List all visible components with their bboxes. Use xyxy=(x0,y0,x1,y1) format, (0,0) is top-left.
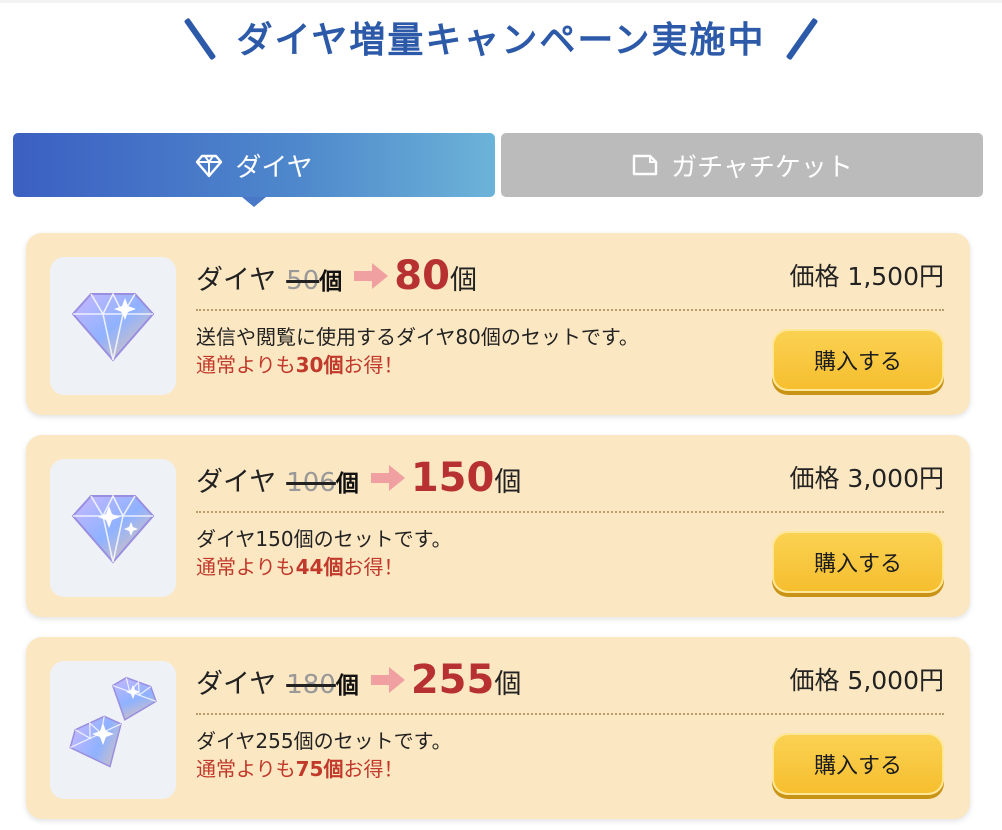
product-thumbnail xyxy=(50,661,176,799)
product-description: ダイヤ255個のセットです。 xyxy=(196,729,452,753)
product-thumbnail xyxy=(50,459,176,597)
diamond-icon xyxy=(65,478,161,578)
arrow-right-icon xyxy=(354,263,389,289)
new-count: 255 xyxy=(410,657,495,703)
new-count-unit: 個 xyxy=(494,669,522,700)
buy-button[interactable]: 購入する xyxy=(772,329,944,391)
product-description: 送信や閲覧に使用するダイヤ80個のセットです。 xyxy=(196,325,639,349)
banner-slash-left xyxy=(182,13,218,61)
arrow-right-icon xyxy=(370,465,405,491)
campaign-banner: ダイヤ増量キャンペーン実施中 xyxy=(0,8,1002,66)
deal-text: 通常よりも30個お得！ xyxy=(196,349,403,378)
buy-button[interactable]: 購入する xyxy=(772,733,944,795)
product-name: ダイヤ xyxy=(196,265,277,296)
tab-diamond[interactable]: ダイヤ xyxy=(13,133,495,197)
new-count: 80 xyxy=(394,253,450,299)
deal-suffix: お得！ xyxy=(343,353,404,377)
dotted-divider xyxy=(196,511,944,513)
product-thumbnail xyxy=(50,257,176,395)
tab-gacha-ticket-label: ガチャチケット xyxy=(671,152,853,183)
old-count: 50 xyxy=(286,266,320,296)
old-count-unit: 個 xyxy=(319,269,343,295)
product-price: 価格 3,000円 xyxy=(789,464,944,493)
old-count: 106 xyxy=(286,468,336,498)
product-card: ダイヤ 180 個 255 個 価格 5,000円 ダイヤ255個のセットです。… xyxy=(26,637,970,819)
diamond-cluster-icon xyxy=(63,673,163,787)
product-price: 価格 5,000円 xyxy=(789,666,944,695)
top-divider xyxy=(0,0,1002,3)
deal-amount: 44個 xyxy=(295,555,344,579)
deal-suffix: お得！ xyxy=(343,757,404,781)
product-price: 価格 1,500円 xyxy=(789,262,944,291)
deal-text: 通常よりも44個お得！ xyxy=(196,551,403,580)
banner-slash-right xyxy=(784,13,820,61)
diamond-icon xyxy=(65,276,161,376)
product-name-row: ダイヤ 180 個 255 個 xyxy=(196,657,521,703)
diamond-icon xyxy=(195,151,223,179)
deal-prefix: 通常よりも xyxy=(196,757,296,781)
deal-suffix: お得！ xyxy=(343,555,404,579)
old-count-unit: 個 xyxy=(335,471,359,497)
arrow-right-icon xyxy=(370,667,405,693)
tab-bar: ダイヤ ガチャチケット xyxy=(13,133,983,197)
ticket-icon xyxy=(631,151,659,179)
product-card: ダイヤ 106 個 150 個 価格 3,000円 ダイヤ150個のセットです。… xyxy=(26,435,970,617)
new-count-unit: 個 xyxy=(449,265,477,296)
product-name: ダイヤ xyxy=(196,467,277,498)
product-name-row: ダイヤ 50 個 80 個 xyxy=(196,253,477,299)
tab-diamond-label: ダイヤ xyxy=(235,152,313,183)
product-card: ダイヤ 50 個 80 個 価格 1,500円 送信や閲覧に使用するダイヤ80個… xyxy=(26,233,970,415)
deal-amount: 75個 xyxy=(295,757,344,781)
old-count-unit: 個 xyxy=(335,673,359,699)
deal-text: 通常よりも75個お得！ xyxy=(196,753,403,782)
deal-prefix: 通常よりも xyxy=(196,555,296,579)
new-count: 150 xyxy=(410,455,495,501)
product-name-row: ダイヤ 106 個 150 個 xyxy=(196,455,521,501)
tab-gacha-ticket[interactable]: ガチャチケット xyxy=(501,133,983,197)
deal-amount: 30個 xyxy=(295,353,344,377)
buy-button[interactable]: 購入する xyxy=(772,531,944,593)
banner-title: ダイヤ増量キャンペーン実施中 xyxy=(236,20,766,61)
old-count: 180 xyxy=(286,670,336,700)
dotted-divider xyxy=(196,713,944,715)
dotted-divider xyxy=(196,309,944,311)
new-count-unit: 個 xyxy=(494,467,522,498)
product-description: ダイヤ150個のセットです。 xyxy=(196,527,452,551)
deal-prefix: 通常よりも xyxy=(196,353,296,377)
product-name: ダイヤ xyxy=(196,669,277,700)
